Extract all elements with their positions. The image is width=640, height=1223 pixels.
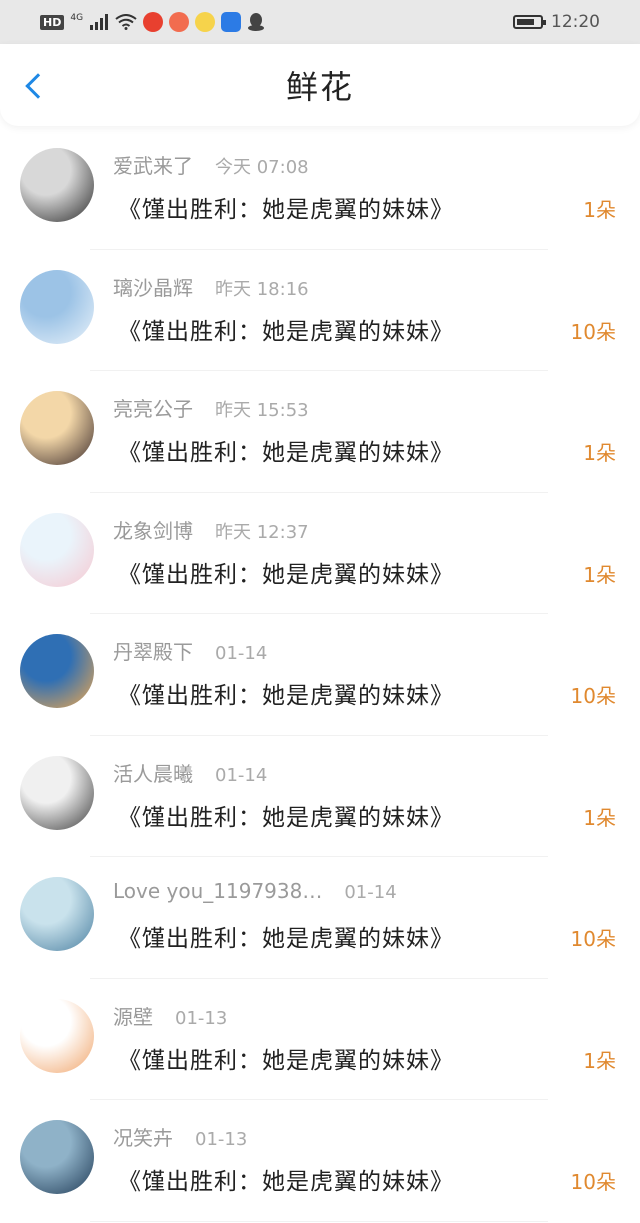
timestamp: 昨天 12:37 (215, 521, 309, 543)
list-item[interactable]: 龙象剑博 昨天 12:37 《馑出胜利：她是虎翼的妹妹》 1朵 (0, 493, 640, 614)
wifi-icon (115, 14, 137, 30)
page-title: 鲜花 (285, 68, 354, 106)
timestamp: 01-14 (215, 764, 268, 786)
list-item[interactable]: 丹翠殿下 01-14 《馑出胜利：她是虎翼的妹妹》 10朵 (0, 614, 640, 736)
face-icon (195, 12, 216, 32)
flower-count: 1朵 (583, 562, 616, 587)
user-name[interactable]: 源壁 (113, 1001, 153, 1030)
user-name[interactable]: 活人晨曦 (113, 758, 193, 787)
list-item[interactable]: 璃沙晶辉 昨天 18:16 《馑出胜利：她是虎翼的妹妹》 10朵 (0, 250, 640, 371)
timestamp: 01-14 (344, 882, 397, 903)
flower-count: 10朵 (570, 319, 616, 344)
book-title: 《馑出胜利：她是虎翼的妹妹》 (118, 197, 454, 223)
book-title: 《馑出胜利：她是虎翼的妹妹》 (118, 1169, 454, 1195)
lightbulb-icon (221, 12, 242, 32)
item-meta: 龙象剑博 昨天 12:37 (113, 515, 309, 544)
book-title: 《馑出胜利：她是虎翼的妹妹》 (118, 440, 454, 466)
user-name[interactable]: 爱武来了 (113, 150, 193, 179)
timestamp: 昨天 15:53 (215, 400, 309, 421)
list-item[interactable]: 况笑卉 01-13 《馑出胜利：她是虎翼的妹妹》 10朵 (0, 1100, 640, 1222)
list-item[interactable]: 亮亮公子 昨天 15:53 《馑出胜利：她是虎翼的妹妹》 1朵 (0, 371, 640, 493)
flower-count: 1朵 (583, 441, 616, 465)
item-meta: 亮亮公子 昨天 15:53 (113, 393, 309, 422)
avatar[interactable] (20, 269, 94, 344)
book-title: 《馑出胜利：她是虎翼的妹妹》 (118, 926, 454, 952)
avatar[interactable] (20, 755, 94, 830)
timestamp: 01-14 (215, 643, 268, 664)
book-title: 《馑出胜利：她是虎翼的妹妹》 (118, 804, 454, 831)
list-item[interactable]: 爱武来了 今天 07:08 《馑出胜利：她是虎翼的妹妹》 1朵 (0, 128, 640, 250)
flower-count: 1朵 (583, 805, 616, 830)
weibo-icon (143, 12, 164, 32)
list-item[interactable]: Love you_1197938… 01-14 《馑出胜利：她是虎翼的妹妹》 10朵 (0, 857, 640, 979)
battery-icon (513, 15, 546, 29)
avatar[interactable] (20, 391, 94, 465)
list-item[interactable]: 活人晨曦 01-14 《馑出胜利：她是虎翼的妹妹》 1朵 (0, 736, 640, 857)
user-name[interactable]: 况笑卉 (113, 1122, 173, 1151)
chevron-left-icon (25, 73, 51, 99)
timestamp: 昨天 18:16 (215, 278, 309, 300)
user-name[interactable]: 亮亮公子 (113, 393, 193, 422)
flower-list: 爱武来了 今天 07:08 《馑出胜利：她是虎翼的妹妹》 1朵 璃沙晶辉 昨天 18:16… (0, 128, 640, 1222)
avatar[interactable] (20, 634, 94, 708)
avatar[interactable] (20, 1120, 94, 1194)
item-meta: 活人晨曦 01-14 (113, 758, 267, 787)
timestamp: 01-13 (175, 1007, 228, 1029)
hd-badge: HD (40, 14, 65, 30)
signal-icon (90, 14, 109, 30)
list-item[interactable]: 源壁 01-13 《馑出胜利：她是虎翼的妹妹》 1朵 (0, 979, 640, 1100)
item-meta: Love you_1197938… 01-14 (113, 879, 397, 903)
back-button[interactable] (18, 70, 51, 102)
status-right: 12:20 (513, 12, 600, 32)
avatar[interactable] (20, 998, 94, 1073)
network-type: 4G (70, 13, 84, 23)
qq-icon (248, 13, 265, 31)
status-bar: HD 4G 12:20 (0, 0, 640, 44)
clock: 12:20 (551, 12, 600, 32)
item-meta: 爱武来了 今天 07:08 (113, 150, 309, 179)
timestamp: 今天 07:08 (215, 157, 309, 178)
book-title: 《馑出胜利：她是虎翼的妹妹》 (118, 683, 454, 709)
avatar[interactable] (20, 877, 94, 951)
flower-count: 10朵 (570, 684, 616, 708)
user-name[interactable]: 丹翠殿下 (113, 636, 193, 665)
podcast-icon (169, 12, 190, 32)
flower-count: 10朵 (570, 1170, 616, 1194)
user-name[interactable]: 龙象剑博 (113, 515, 193, 544)
flower-count: 10朵 (570, 927, 616, 951)
nav-header: 鲜花 (0, 44, 640, 126)
user-name[interactable]: 璃沙晶辉 (113, 272, 193, 301)
avatar[interactable] (20, 512, 94, 587)
flower-count: 1朵 (583, 198, 616, 222)
avatar[interactable] (20, 148, 94, 222)
flower-count: 1朵 (583, 1048, 616, 1073)
book-title: 《馑出胜利：她是虎翼的妹妹》 (118, 561, 454, 588)
user-name[interactable]: Love you_1197938… (113, 879, 322, 903)
item-meta: 源壁 01-13 (113, 1001, 227, 1030)
status-left: HD 4G (40, 12, 513, 32)
divider (90, 1220, 548, 1222)
item-meta: 丹翠殿下 01-14 (113, 636, 267, 665)
timestamp: 01-13 (195, 1129, 248, 1150)
book-title: 《馑出胜利：她是虎翼的妹妹》 (118, 1047, 454, 1074)
item-meta: 璃沙晶辉 昨天 18:16 (113, 272, 309, 301)
book-title: 《馑出胜利：她是虎翼的妹妹》 (118, 318, 454, 345)
item-meta: 况笑卉 01-13 (113, 1122, 247, 1151)
